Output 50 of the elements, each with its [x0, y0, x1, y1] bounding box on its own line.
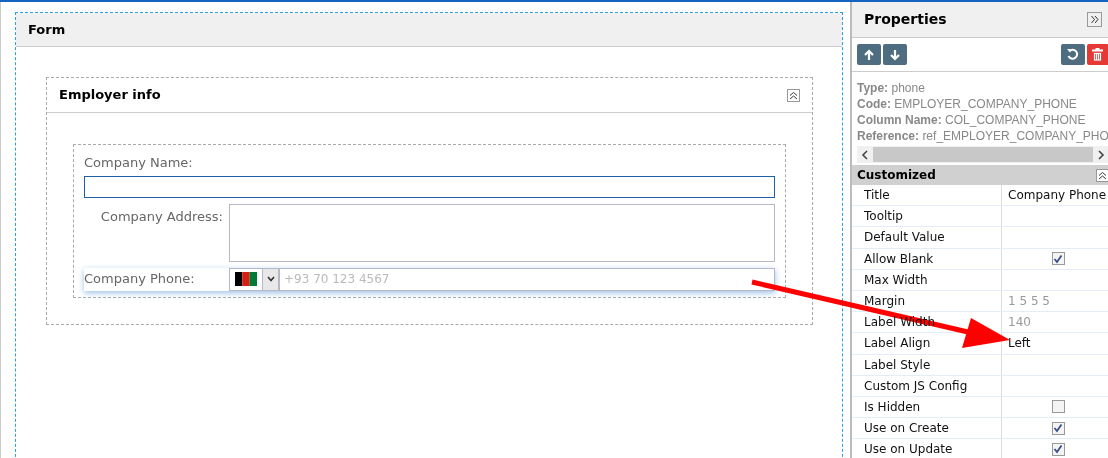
group-title: Customized	[857, 167, 936, 184]
form-title: Form	[28, 20, 66, 39]
property-name: Default Value	[864, 229, 945, 247]
info-line: Column Name: COL_COMPANY_PHONE	[857, 112, 1087, 128]
property-value[interactable]: Company Phone	[1008, 186, 1107, 205]
field-label: Company Phone:	[84, 270, 195, 289]
collapse-button[interactable]	[787, 88, 800, 102]
property-name: Custom JS Config	[864, 377, 968, 395]
move-down-button[interactable]	[883, 44, 907, 65]
phone-input[interactable]: +93 70 123 4567	[279, 267, 775, 291]
property-name: Label Align	[864, 335, 931, 353]
input-field[interactable]	[84, 175, 775, 198]
reset-button[interactable]	[1060, 44, 1085, 65]
property-name: Title	[864, 187, 890, 205]
country-dropdown[interactable]	[229, 267, 279, 291]
info-line: Code: EMPLOYER_COMPANY_PHONE	[857, 96, 1078, 112]
property-name: Use on Update	[864, 441, 953, 458]
double-chevron-icon	[1089, 15, 1099, 24]
caret-icon	[266, 276, 275, 282]
horizontal-scrollbar[interactable]	[857, 146, 1108, 163]
scroll-left-icon[interactable]	[860, 149, 870, 160]
property-name: Allow Blank	[864, 250, 934, 268]
collapse-panel-button[interactable]	[1086, 12, 1102, 27]
property-name: Tooltip	[864, 208, 903, 226]
property-name: Max Width	[864, 271, 928, 289]
property-name: Use on Create	[864, 420, 949, 438]
checkbox[interactable]	[1051, 442, 1065, 456]
scroll-right-icon[interactable]	[1095, 149, 1106, 160]
property-name: Label Style	[864, 356, 931, 374]
property-name: Margin	[864, 293, 905, 311]
delete-button[interactable]	[1086, 44, 1108, 65]
checkbox[interactable]	[1051, 400, 1065, 414]
checkbox[interactable]	[1051, 252, 1065, 266]
arrow-down-icon	[888, 47, 902, 62]
checkbox[interactable]	[1051, 421, 1065, 435]
panel-title: Properties	[864, 10, 947, 29]
arrow-up-icon	[862, 47, 876, 62]
section-title: Employer info	[59, 86, 161, 105]
collapse-group-button[interactable]	[1095, 168, 1108, 182]
reset-icon	[1066, 48, 1080, 61]
property-value[interactable]: Left	[1008, 334, 1031, 353]
move-up-button[interactable]	[857, 44, 881, 65]
input-field[interactable]	[229, 203, 775, 262]
info-line: Reference: ref_EMPLOYER_COMPANY_PHO	[857, 128, 1108, 144]
field-label: Company Address:	[100, 207, 223, 226]
property-name: Is Hidden	[864, 398, 921, 416]
trash-icon	[1092, 48, 1104, 61]
flag-icon	[235, 272, 257, 286]
info-line: Type: phone	[857, 80, 926, 96]
field-label: Company Name:	[84, 154, 194, 172]
